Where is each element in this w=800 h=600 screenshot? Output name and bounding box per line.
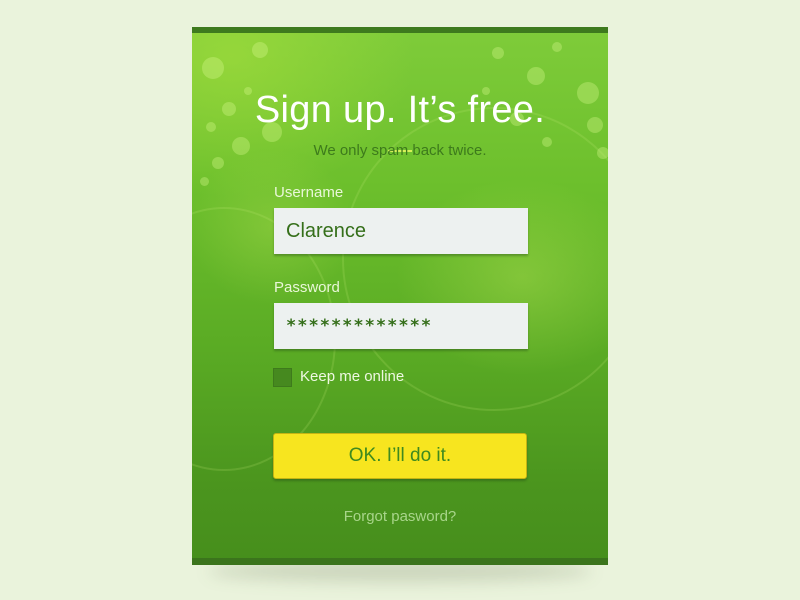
bokeh-light <box>252 42 268 58</box>
submit-button-label: OK. I’ll do it. <box>348 445 452 466</box>
bokeh-light <box>492 47 504 59</box>
username-label: Username <box>274 184 344 201</box>
card-bottom-border <box>192 558 608 565</box>
password-label: Password <box>274 279 340 296</box>
bokeh-light <box>552 42 562 52</box>
bokeh-light <box>202 57 224 79</box>
username-value: Clarence <box>286 219 367 242</box>
keep-online-label[interactable]: Keep me online <box>300 368 404 385</box>
password-value: ************* <box>286 316 433 336</box>
page-title: Sign up. It’s free. <box>254 89 546 131</box>
signup-card: Sign up. It’s free. We only spam back tw… <box>192 27 608 565</box>
submit-button[interactable]: OK. I’ll do it. <box>273 433 527 479</box>
forgot-password-link[interactable]: Forgot pasword? <box>192 508 608 525</box>
card-top-border <box>192 27 608 33</box>
keep-online-checkbox[interactable] <box>273 368 292 387</box>
username-input[interactable]: Clarence <box>274 208 528 254</box>
password-input[interactable]: ************* <box>274 303 528 349</box>
bokeh-light <box>527 67 545 85</box>
bokeh-light <box>200 177 209 186</box>
subtitle: We only spam back twice. <box>313 142 487 159</box>
